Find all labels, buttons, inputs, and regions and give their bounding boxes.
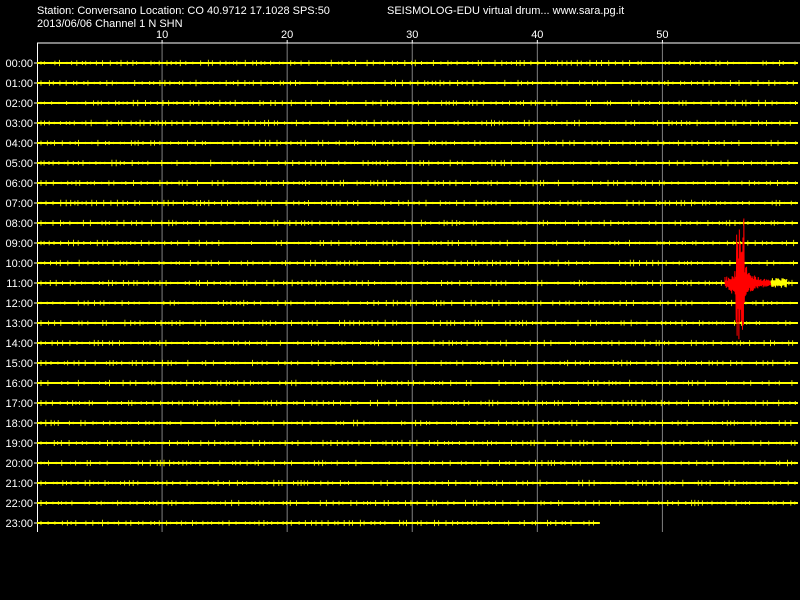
row-label: 11:00	[6, 278, 33, 290]
row-label: 13:00	[5, 318, 33, 330]
row-label: 07:00	[5, 198, 33, 210]
row-label: 00:00	[5, 58, 33, 70]
row-label: 12:00	[5, 298, 33, 310]
row-label: 09:00	[5, 238, 33, 250]
tick-label-40: 40	[531, 29, 543, 41]
brand-info: SEISMOLOG-EDU virtual drum... www.sara.p…	[387, 5, 624, 17]
row-label: 23:00	[5, 518, 33, 530]
tick-label-20: 20	[281, 29, 293, 41]
row-label: 04:00	[5, 138, 33, 150]
row-label: 14:00	[5, 338, 33, 350]
row-label: 06:00	[5, 178, 33, 190]
tick-label-30: 30	[406, 29, 418, 41]
row-label: 22:00	[5, 498, 33, 510]
row-label: 08:00	[5, 218, 33, 230]
row-label: 05:00	[5, 158, 33, 170]
row-label: 01:00	[5, 78, 33, 90]
row-label: 17:00	[5, 398, 33, 410]
row-label: 15:00	[5, 358, 33, 370]
row-label: 18:00	[5, 418, 33, 430]
tick-label-10: 10	[156, 29, 168, 41]
tick-label-50: 50	[656, 29, 668, 41]
row-label: 21:00	[5, 478, 33, 490]
row-label: 10:00	[5, 258, 33, 270]
seismogram-drum: Station: Conversano Location: CO 40.9712…	[0, 0, 800, 600]
row-label: 03:00	[5, 118, 33, 130]
row-label: 19:00	[5, 438, 33, 450]
station-info: Station: Conversano Location: CO 40.9712…	[37, 5, 330, 17]
row-label: 20:00	[5, 458, 33, 470]
row-label: 16:00	[5, 378, 33, 390]
drum-background	[0, 0, 800, 600]
row-label: 02:00	[5, 98, 33, 110]
